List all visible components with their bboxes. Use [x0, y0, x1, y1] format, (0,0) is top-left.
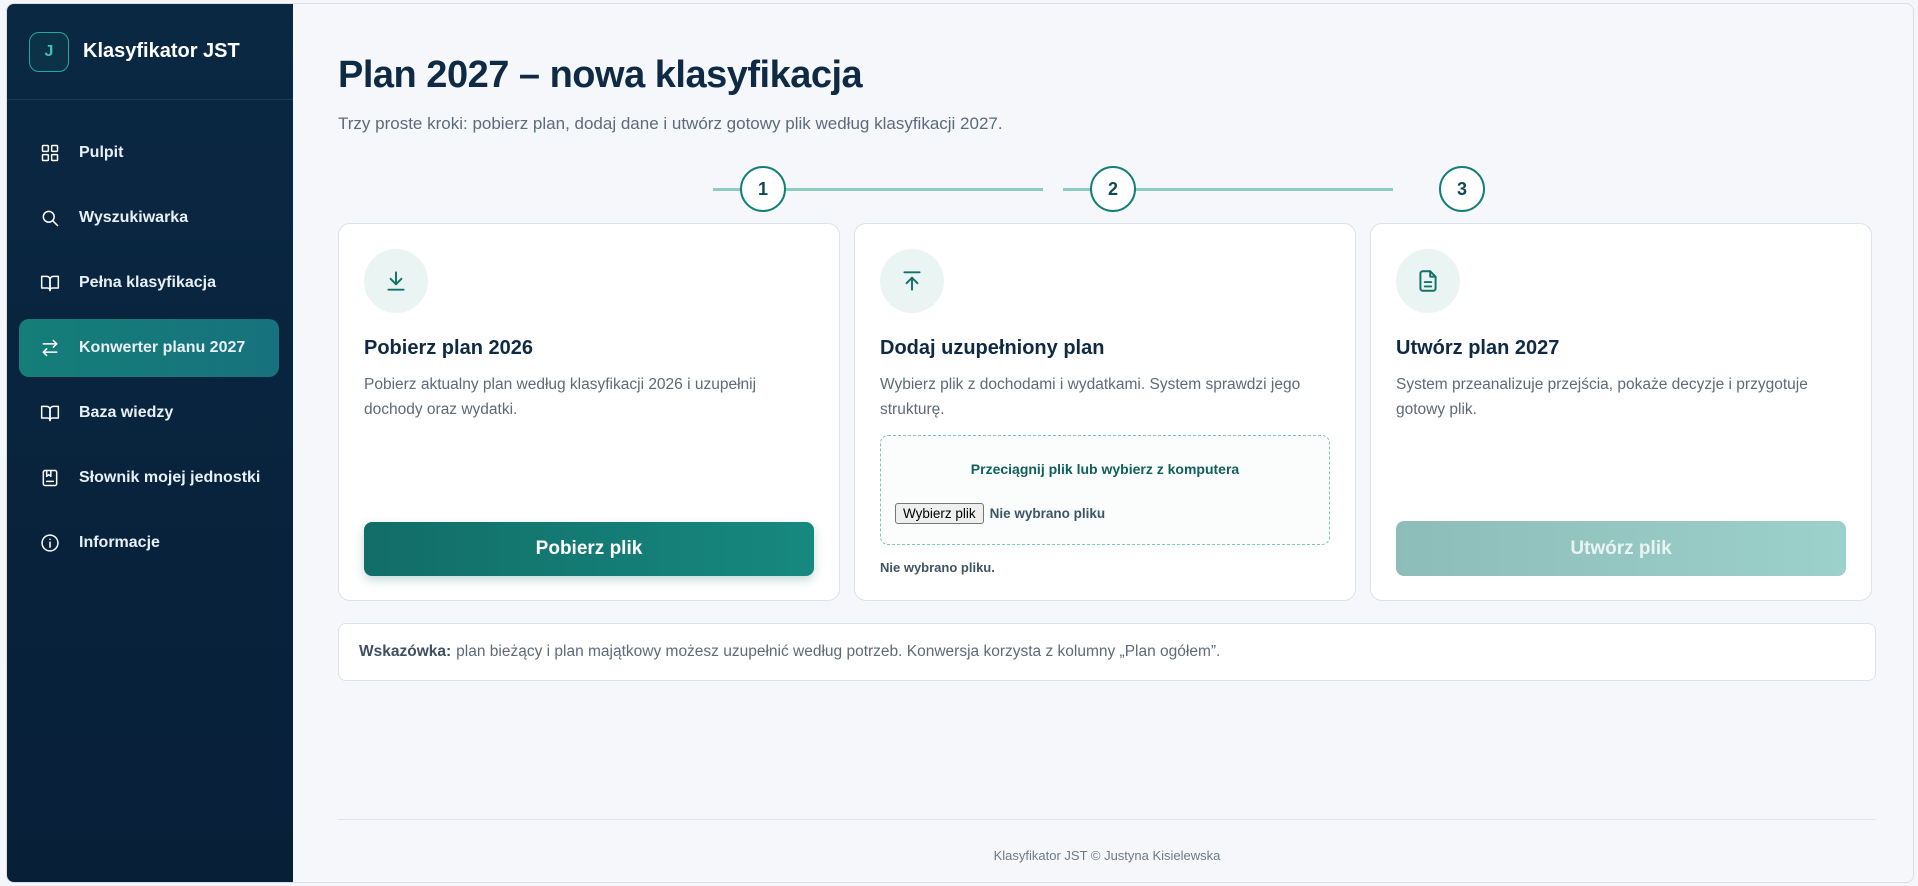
step-2: 2	[1090, 166, 1136, 212]
card-create-plan: Utwórz plan 2027 System przeanalizuje pr…	[1370, 223, 1872, 601]
book-open-icon	[39, 402, 61, 424]
search-icon	[39, 207, 61, 229]
sidebar-item-label: Pełna klasyfikacja	[79, 274, 216, 291]
sidebar-item-informacje[interactable]: Informacje	[19, 514, 279, 572]
sidebar-item-pelna-klasyfikacja[interactable]: Pełna klasyfikacja	[19, 254, 279, 312]
hint-text: plan bieżący i plan majątkowy możesz uzu…	[456, 643, 1221, 660]
brand-logo: J	[29, 31, 69, 72]
notebook-icon	[39, 467, 61, 489]
upload-icon	[880, 249, 944, 313]
card-description: System przeanalizuje przejścia, pokaże d…	[1396, 376, 1808, 418]
card-title: Pobierz plan 2026	[364, 337, 533, 359]
sidebar: J Klasyfikator JST Pulpit Wyszukiwarka P…	[7, 4, 293, 882]
sidebar-item-label: Słownik mojej jednostki	[79, 469, 261, 486]
step-3: 3	[1439, 166, 1485, 212]
download-file-button[interactable]: Pobierz plik	[364, 522, 814, 576]
brand[interactable]: J Klasyfikator JST	[7, 4, 293, 100]
file-dropzone[interactable]: Przeciągnij plik lub wybierz z komputera…	[880, 435, 1330, 545]
step-1: 1	[740, 166, 786, 212]
create-file-button[interactable]: Utwórz plik	[1396, 521, 1846, 576]
arrows-swap-icon	[39, 337, 61, 359]
download-icon	[364, 249, 428, 313]
card-description: Pobierz aktualny plan według klasyfikacj…	[364, 376, 757, 418]
sidebar-item-label: Wyszukiwarka	[79, 209, 189, 226]
hint-box: Wskazówka: plan bieżący i plan majątkowy…	[338, 623, 1876, 681]
sidebar-item-baza-wiedzy[interactable]: Baza wiedzy	[19, 384, 279, 442]
dropzone-label: Przeciągnij plik lub wybierz z komputera	[970, 461, 1240, 477]
document-icon	[1396, 249, 1460, 313]
sidebar-item-label: Pulpit	[79, 144, 124, 161]
app-window: J Klasyfikator JST Pulpit Wyszukiwarka P…	[6, 3, 1914, 883]
sidebar-item-label: Baza wiedzy	[79, 404, 174, 421]
hint-label: Wskazówka:	[359, 643, 452, 660]
page-title: Plan 2027 – nowa klasyfikacja	[338, 54, 863, 96]
card-download-plan: Pobierz plan 2026 Pobierz aktualny plan …	[338, 223, 840, 601]
info-icon	[39, 532, 61, 554]
footer-divider	[338, 819, 1876, 820]
file-input: Wybierz plik Nie wybrano pliku	[895, 503, 1105, 524]
file-status: Nie wybrano pliku	[989, 506, 1106, 521]
page-subtitle: Trzy proste kroki: pobierz plan, dodaj d…	[338, 114, 1003, 133]
footer: Klasyfikator JST © Justyna Kisielewska	[993, 848, 1221, 863]
grid-icon	[39, 142, 61, 164]
main-content: Plan 2027 – nowa klasyfikacja Trzy prost…	[293, 4, 1913, 882]
card-title: Utwórz plan 2027	[1396, 337, 1560, 359]
card-description: Wybierz plik z dochodami i wydatkami. Sy…	[880, 376, 1301, 418]
sidebar-item-pulpit[interactable]: Pulpit	[19, 124, 279, 182]
sidebar-item-wyszukiwarka[interactable]: Wyszukiwarka	[19, 189, 279, 247]
brand-name: Klasyfikator JST	[83, 40, 240, 62]
file-note: Nie wybrano pliku.	[880, 560, 995, 575]
sidebar-item-label: Konwerter planu 2027	[79, 339, 246, 356]
card-upload-plan: Dodaj uzupełniony plan Wybierz plik z do…	[854, 223, 1356, 601]
stepper: 1 2 3	[293, 164, 1913, 214]
sidebar-item-slownik[interactable]: Słownik mojej jednostki	[19, 449, 279, 507]
sidebar-item-konwerter[interactable]: Konwerter planu 2027	[19, 319, 279, 377]
book-open-icon	[39, 272, 61, 294]
card-title: Dodaj uzupełniony plan	[880, 337, 1105, 359]
sidebar-item-label: Informacje	[79, 534, 160, 551]
choose-file-button[interactable]: Wybierz plik	[895, 503, 984, 524]
